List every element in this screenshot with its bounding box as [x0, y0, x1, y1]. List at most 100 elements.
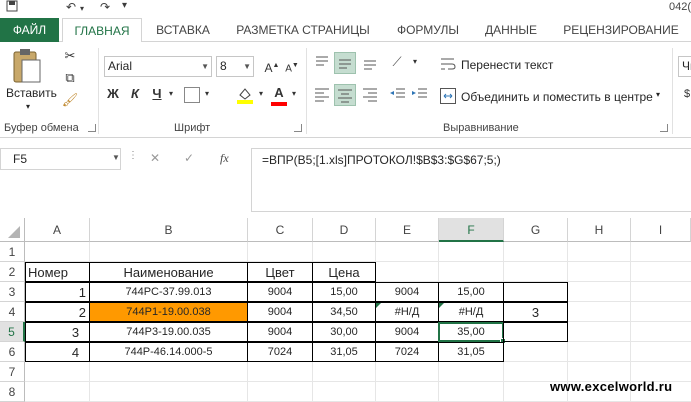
- column-header-h[interactable]: H: [568, 218, 631, 242]
- column-header-f[interactable]: F: [439, 218, 504, 242]
- row-header-5[interactable]: 5: [0, 322, 25, 342]
- wrap-text-icon[interactable]: [440, 56, 456, 72]
- column-header-g[interactable]: G: [504, 218, 568, 242]
- save-icon[interactable]: [6, 0, 18, 15]
- column-header-a[interactable]: A: [25, 218, 90, 242]
- increase-indent-icon[interactable]: [410, 84, 430, 104]
- row-header-6[interactable]: 6: [0, 342, 25, 362]
- cell-a3[interactable]: 1: [25, 282, 90, 302]
- font-color-button[interactable]: А: [270, 84, 288, 106]
- fill-color-icon[interactable]: [236, 86, 254, 104]
- cell-g4[interactable]: 3: [503, 302, 568, 322]
- cell-e5[interactable]: 9004: [375, 322, 439, 342]
- cell-f4[interactable]: #Н/Д: [438, 302, 504, 322]
- font-name-combo[interactable]: Arial ▼: [104, 56, 212, 77]
- tab-page-layout[interactable]: РАЗМЕТКА СТРАНИЦЫ: [228, 18, 378, 42]
- shrink-font-icon[interactable]: A▼: [284, 56, 300, 76]
- align-left-icon[interactable]: [312, 84, 332, 104]
- column-header-d[interactable]: D: [313, 218, 376, 242]
- merge-center-icon[interactable]: [440, 88, 456, 104]
- align-right-icon[interactable]: [360, 84, 380, 104]
- column-header-i[interactable]: I: [631, 218, 691, 242]
- decrease-indent-icon[interactable]: [388, 84, 408, 104]
- align-middle-icon[interactable]: [334, 52, 356, 74]
- cell-f5-active[interactable]: 35,00: [438, 322, 504, 342]
- formula-input[interactable]: =ВПР(B5;[1.xls]ПРОТОКОЛ!$B$3:$G$67;5;): [251, 148, 691, 212]
- cell-c4[interactable]: 9004: [247, 302, 313, 322]
- paste-label[interactable]: Вставить: [6, 86, 57, 100]
- cell-d4[interactable]: 34,50: [312, 302, 376, 322]
- wrap-text-button[interactable]: Перенести текст: [461, 58, 553, 72]
- cell-b4[interactable]: 744Р1-19.00.038: [89, 302, 248, 322]
- merge-center-button[interactable]: Объединить и поместить в центре: [461, 90, 653, 104]
- format-painter-icon[interactable]: 🖌: [60, 90, 80, 110]
- cell-e6[interactable]: 7024: [375, 342, 439, 362]
- underline-dropdown-icon[interactable]: ▾: [166, 84, 176, 104]
- clipboard-launcher-icon[interactable]: [88, 124, 96, 132]
- font-color-dropdown-icon[interactable]: ▾: [289, 84, 299, 104]
- cell-c3[interactable]: 9004: [247, 282, 313, 302]
- italic-button[interactable]: К: [126, 84, 144, 104]
- cell-c6[interactable]: 7024: [247, 342, 313, 362]
- font-size-combo[interactable]: 8 ▼: [216, 56, 254, 77]
- merge-dropdown-icon[interactable]: ▾: [656, 90, 660, 99]
- orientation-dropdown-icon[interactable]: ▾: [410, 52, 420, 72]
- cell-b6[interactable]: 744Р-46.14.000-5: [89, 342, 248, 362]
- tab-insert[interactable]: ВСТАВКА: [148, 18, 218, 42]
- cut-icon[interactable]: ✂: [60, 46, 80, 66]
- grow-font-icon[interactable]: A▲: [264, 56, 280, 76]
- paste-icon[interactable]: [8, 48, 48, 88]
- fill-dropdown-icon[interactable]: ▾: [256, 84, 266, 104]
- cell-b5[interactable]: 744Р3-19.00.035: [89, 322, 248, 342]
- cell-d2[interactable]: Цена: [312, 262, 376, 282]
- borders-dropdown-icon[interactable]: ▾: [202, 84, 212, 104]
- align-bottom-icon[interactable]: [360, 52, 380, 72]
- cell-g3[interactable]: [503, 282, 568, 302]
- name-box-dropdown-icon[interactable]: ▼: [112, 153, 120, 162]
- row-header-2[interactable]: 2: [0, 262, 25, 282]
- cell-d3[interactable]: 15,00: [312, 282, 376, 302]
- cancel-icon[interactable]: ✕: [150, 151, 160, 165]
- bold-button[interactable]: Ж: [104, 84, 122, 104]
- cell-d6[interactable]: 31,05: [312, 342, 376, 362]
- cell-a2[interactable]: Номер: [25, 262, 90, 282]
- cell-e4[interactable]: #Н/Д: [375, 302, 439, 322]
- cell-f3[interactable]: 15,00: [438, 282, 504, 302]
- cell-a6[interactable]: 4: [25, 342, 90, 362]
- cell-b3[interactable]: 744РС-37.99.013: [89, 282, 248, 302]
- cell-a5[interactable]: 3: [25, 322, 90, 342]
- insert-function-icon[interactable]: fx: [220, 151, 229, 166]
- column-header-c[interactable]: C: [248, 218, 313, 242]
- name-box[interactable]: F5: [0, 148, 121, 170]
- alignment-launcher-icon[interactable]: [660, 124, 668, 132]
- orientation-icon[interactable]: ⟋: [386, 52, 408, 72]
- number-format-combo[interactable]: Чи: [678, 56, 691, 77]
- cell-b2[interactable]: Наименование: [89, 262, 248, 282]
- cell-d5[interactable]: 30,00: [312, 322, 376, 342]
- align-center-icon[interactable]: [334, 84, 356, 106]
- customize-toolbar-icon[interactable]: ▾: [122, 0, 127, 11]
- row-header-7[interactable]: 7: [0, 362, 25, 382]
- copy-icon[interactable]: ⧉: [60, 68, 80, 88]
- currency-icon[interactable]: $: [680, 84, 691, 104]
- cell-e3[interactable]: 9004: [375, 282, 439, 302]
- column-header-b[interactable]: B: [90, 218, 248, 242]
- row-header-3[interactable]: 3: [0, 282, 25, 302]
- tab-review[interactable]: РЕЦЕНЗИРОВАНИЕ: [556, 18, 686, 42]
- tab-formulas[interactable]: ФОРМУЛЫ: [388, 18, 468, 42]
- font-launcher-icon[interactable]: [294, 124, 302, 132]
- cell-g5[interactable]: [503, 322, 568, 342]
- paste-dropdown-icon[interactable]: ▾: [26, 102, 30, 111]
- borders-icon[interactable]: [184, 87, 200, 103]
- cell-c2[interactable]: Цвет: [247, 262, 313, 282]
- tab-file[interactable]: ФАЙЛ: [0, 18, 59, 42]
- row-header-8[interactable]: 8: [0, 382, 25, 402]
- column-header-e[interactable]: E: [376, 218, 439, 242]
- row-header-4[interactable]: 4: [0, 302, 25, 322]
- tab-data[interactable]: ДАННЫЕ: [476, 18, 546, 42]
- cell-f6[interactable]: 31,05: [438, 342, 504, 362]
- select-all-button[interactable]: [0, 218, 25, 242]
- undo-dropdown-icon[interactable]: ▾: [80, 4, 84, 13]
- enter-icon[interactable]: ✓: [184, 151, 194, 165]
- underline-button[interactable]: Ч: [148, 84, 166, 104]
